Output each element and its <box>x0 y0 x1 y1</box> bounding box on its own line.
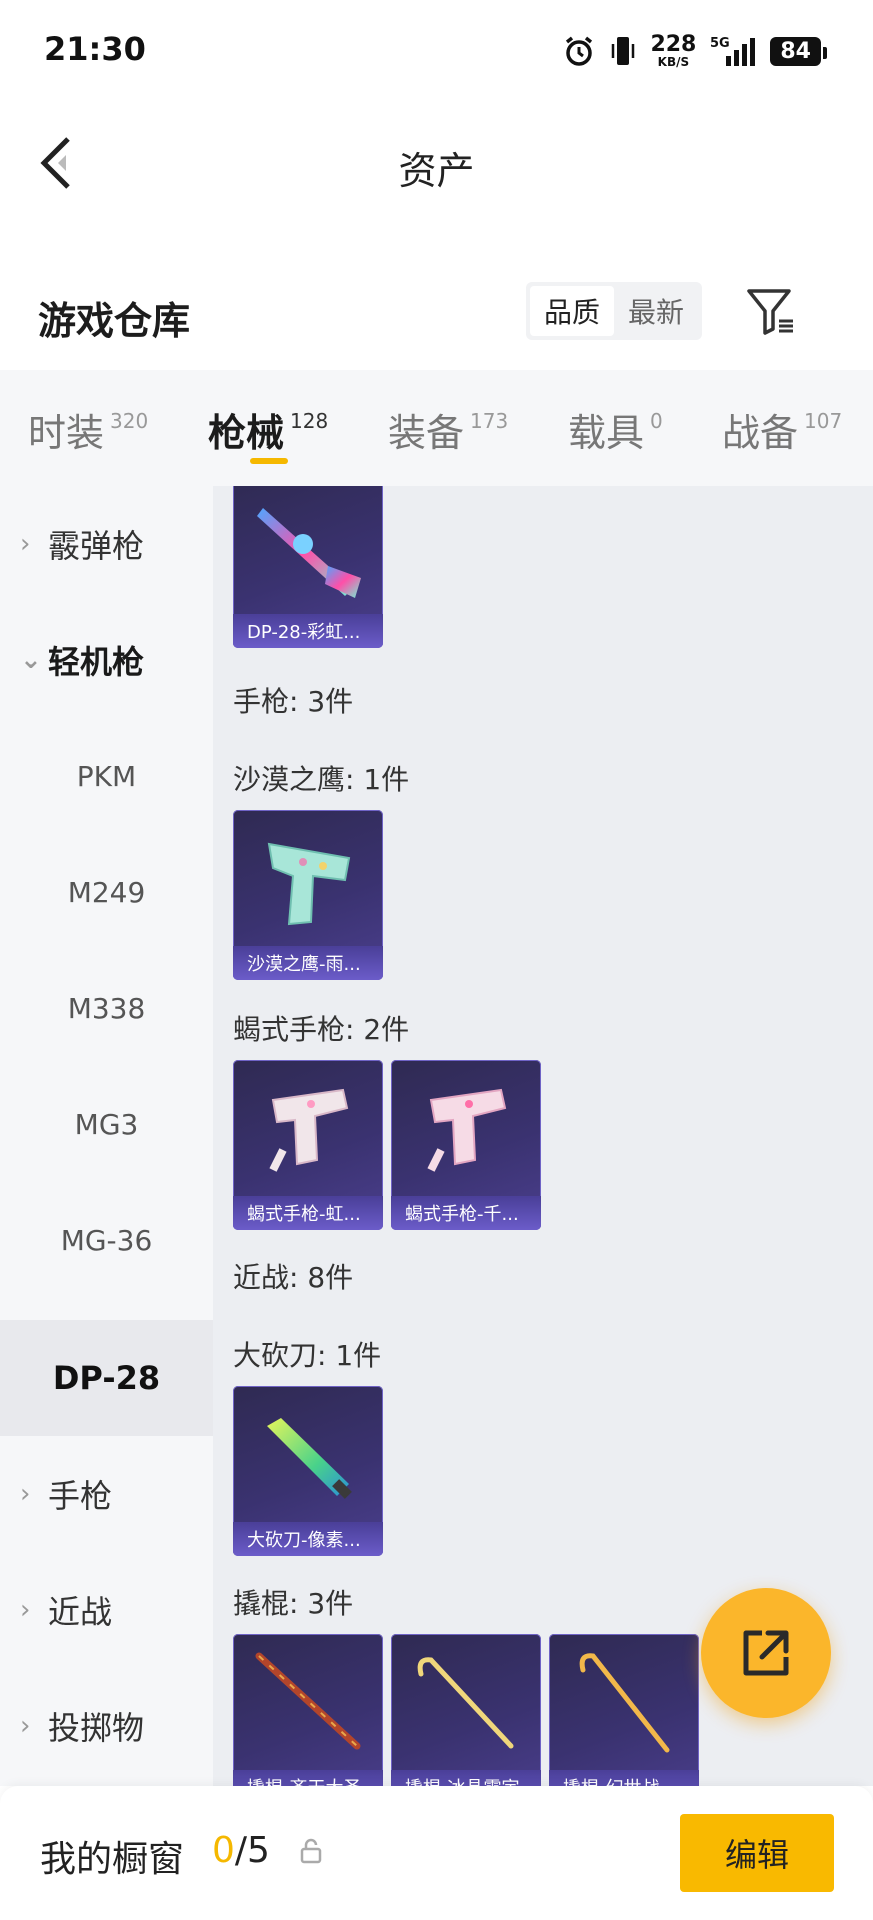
item-card-caption: 蝎式手枪-千... <box>391 1196 541 1230</box>
section-title: 游戏仓库 <box>38 299 191 343</box>
sidebar-item-mg3[interactable]: MG3 <box>0 1066 213 1182</box>
sort-toggle: 品质 最新 <box>526 282 703 340</box>
item-card-deagle[interactable]: 沙漠之鹰-雨... <box>233 810 383 980</box>
group-label-crowbar: 撬棍: 3件 <box>233 1587 354 1620</box>
item-card-crowbar-2[interactable]: 撬棍-冰晶霜宇 <box>391 1634 541 1786</box>
external-link-icon <box>743 1630 789 1676</box>
status-icons: 228 KB/S 5G 84 <box>562 28 827 74</box>
network-speed: 228 KB/S <box>650 32 697 69</box>
pistol-skin-image <box>267 842 351 926</box>
chevron-right-icon: › <box>20 1479 31 1509</box>
alarm-icon <box>566 36 593 66</box>
edit-button[interactable]: 编辑 <box>680 1814 834 1892</box>
chevron-right-icon: › <box>20 1595 31 1625</box>
item-card-machete[interactable]: 大砍刀-像素... <box>233 1386 383 1556</box>
weapon-category-sidebar: › 霰弹枪 ⌄ 轻机枪 PKM M249 M338 MG3 MG-36 DP-28 … <box>0 486 213 1786</box>
smg-skin-image <box>427 1088 507 1172</box>
sidebar-item-pistol[interactable]: › 手枪 <box>0 1436 213 1552</box>
crowbar-skin-image <box>579 1653 670 1753</box>
svg-text:5G: 5G <box>710 36 730 51</box>
group-label-melee: 近战: 8件 <box>233 1261 354 1294</box>
showcase-label: 我的橱窗 <box>40 1839 185 1880</box>
crowbar-skin-image <box>417 1657 514 1749</box>
status-time: 21:30 <box>44 30 146 68</box>
sort-latest-button[interactable]: 最新 <box>614 286 698 336</box>
item-card-scorpion-1[interactable]: 蝎式手枪-虹... <box>233 1060 383 1230</box>
tab-equipment[interactable]: 装备 173 <box>388 402 508 457</box>
sidebar-item-lmg[interactable]: ⌄ 轻机枪 <box>0 602 213 718</box>
chevron-right-icon: › <box>20 529 31 559</box>
tab-fashion[interactable]: 时装 320 <box>28 402 148 457</box>
machete-skin-image <box>267 1418 352 1499</box>
filter-icon[interactable] <box>745 285 797 337</box>
tab-combat-gear[interactable]: 战备 107 <box>722 402 842 457</box>
item-card-caption: 沙漠之鹰-雨... <box>233 946 383 980</box>
item-card-dp28[interactable]: DP-28-彩虹... <box>233 486 383 648</box>
sidebar-item-dp28[interactable]: DP-28 <box>0 1320 213 1436</box>
showcase-count: 0/5 <box>212 1830 270 1871</box>
item-card-crowbar-1[interactable]: 撬棍-齐天大圣 <box>233 1634 383 1786</box>
item-card-caption: 撬棍-冰晶霜宇 <box>391 1770 541 1786</box>
share-button[interactable] <box>701 1588 831 1718</box>
sidebar-item-throwable[interactable]: › 投掷物 <box>0 1668 213 1784</box>
item-card-caption: DP-28-彩虹... <box>233 614 383 648</box>
item-card-crowbar-3[interactable]: 撬棍-幻世战 <box>549 1634 699 1786</box>
lock-icon <box>300 1838 322 1864</box>
sidebar-item-pkm[interactable]: PKM <box>0 718 213 834</box>
rifle-skin-image <box>257 508 361 598</box>
tab-firearms[interactable]: 枪械 128 <box>208 402 328 457</box>
sidebar-item-m249[interactable]: M249 <box>0 834 213 950</box>
group-label-machete: 大砍刀: 1件 <box>233 1339 382 1372</box>
item-card-caption: 撬棍-幻世战 <box>549 1770 699 1786</box>
tab-vehicles[interactable]: 载具 0 <box>568 402 663 457</box>
chevron-right-icon: › <box>20 1711 31 1741</box>
group-label-scorpion: 蝎式手枪: 2件 <box>233 1013 410 1046</box>
group-label-pistol: 手枪: 3件 <box>233 685 354 718</box>
battery-indicator: 84 <box>770 36 827 66</box>
item-card-caption: 撬棍-齐天大圣 <box>233 1770 383 1786</box>
sort-quality-button[interactable]: 品质 <box>530 286 615 336</box>
sidebar-item-shotgun[interactable]: › 霰弹枪 <box>0 486 213 602</box>
item-card-caption: 蝎式手枪-虹... <box>233 1196 383 1230</box>
group-label-deagle: 沙漠之鹰: 1件 <box>233 763 410 796</box>
sidebar-item-mg36[interactable]: MG-36 <box>0 1182 213 1298</box>
item-card-scorpion-2[interactable]: 蝎式手枪-千... <box>391 1060 541 1230</box>
page-title: 资产 <box>398 149 475 193</box>
smg-skin-image <box>269 1088 349 1172</box>
sidebar-item-melee[interactable]: › 近战 <box>0 1552 213 1668</box>
vibrate-icon <box>612 37 635 65</box>
crowbar-skin-image <box>255 1652 361 1750</box>
item-card-caption: 大砍刀-像素... <box>233 1522 383 1556</box>
active-tab-indicator <box>250 458 288 464</box>
chevron-down-icon: ⌄ <box>20 645 42 675</box>
sidebar-item-m338[interactable]: M338 <box>0 950 213 1066</box>
signal-5g-icon: 5G <box>710 36 756 66</box>
